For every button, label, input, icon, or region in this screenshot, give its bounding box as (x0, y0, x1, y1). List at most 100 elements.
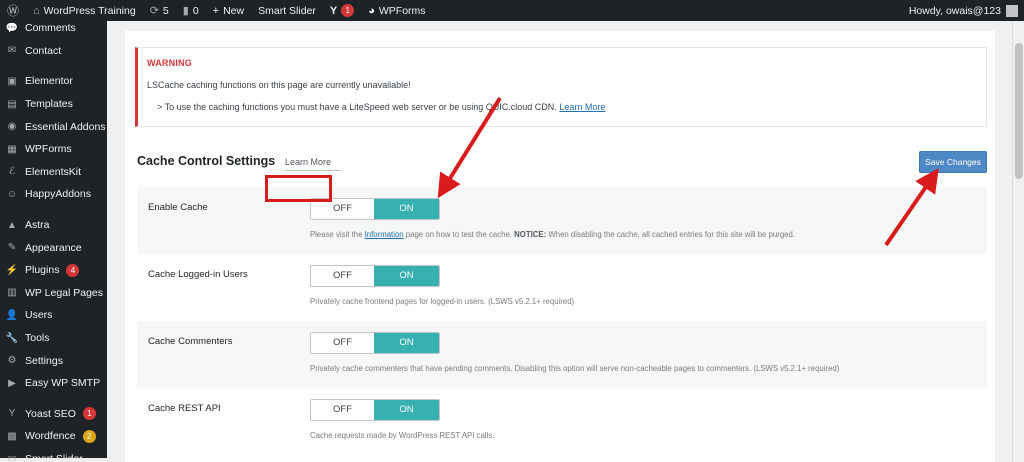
sidebar-item-elementor[interactable]: ▣ Elementor (0, 70, 107, 93)
updates-menu[interactable]: ⟳ 5 (143, 0, 176, 21)
setting-label: Cache Commenters (148, 336, 233, 347)
wpforms-bear-icon: ◕ (368, 4, 375, 17)
toggle-off[interactable]: OFF (311, 400, 375, 420)
mail-icon: ✉ (7, 45, 17, 57)
smart-slider-menu[interactable]: Smart Slider (251, 0, 323, 21)
admin-bar: Ⓦ ⌂ WordPress Training ⟳ 5 ▮ 0 + New Sma… (0, 0, 1024, 21)
howdy-text: Howdy, owais@123 (908, 4, 1001, 17)
plus-icon: + (212, 4, 220, 17)
sidebar-item-easy-wp-smtp[interactable]: ▶ Easy WP SMTP (0, 372, 107, 395)
toggle-on[interactable]: ON (374, 266, 439, 286)
yoast-badge: 1 (341, 4, 355, 17)
sidebar-item-label: Comments (25, 22, 76, 35)
cache-rest-api-toggle[interactable]: OFF ON (310, 399, 440, 421)
setting-label: Cache Logged-in Users (148, 269, 248, 280)
slider-icon: ▭ (7, 453, 17, 462)
sidebar-item-label: Astra (25, 219, 50, 232)
sidebar-item-yoast-seo[interactable]: Y Yoast SEO 1 (0, 403, 107, 426)
sidebar-item-astra[interactable]: ▲ Astra (0, 214, 107, 237)
sidebar-item-comments[interactable]: 💬 Comments (0, 17, 107, 40)
toggle-off[interactable]: OFF (311, 199, 375, 219)
folder-icon: ▤ (7, 98, 17, 110)
desc-text: page on how to test the cache. (403, 230, 515, 239)
sidebar-item-label: Tools (25, 332, 50, 345)
comment-bubble-icon: ▮ (182, 5, 189, 17)
save-changes-button[interactable]: Save Changes (919, 151, 987, 173)
yoast-menu[interactable]: Y 1 (323, 0, 361, 21)
account-menu[interactable]: Howdy, owais@123 (908, 4, 1024, 17)
sidebar-item-label: Elementor (25, 75, 73, 88)
toggle-on[interactable]: ON (374, 400, 439, 420)
comments-menu[interactable]: ▮ 0 (176, 0, 206, 21)
smtp-icon: ▶ (8, 377, 16, 389)
brush-icon: ✎ (7, 242, 17, 254)
scrollbar-thumb[interactable] (1015, 43, 1023, 179)
setting-row-cache-commenters: Cache Commenters OFF ON Privately cache … (137, 321, 987, 388)
setting-description: Privately cache frontend pages for logge… (310, 297, 575, 306)
setting-label: Enable Cache (148, 202, 208, 213)
elementor-icon: ▣ (7, 75, 17, 87)
toggle-on[interactable]: ON (374, 333, 439, 353)
main-content: WARNING LSCache caching functions on thi… (107, 21, 1012, 462)
ea-icon: ◉ (7, 121, 17, 133)
section-learn-more-link[interactable]: Learn More (285, 157, 341, 171)
warning-learn-more-link[interactable]: Learn More (559, 102, 605, 112)
sidebar-item-label: HappyAddons (25, 188, 91, 201)
sidebar-item-elementskit[interactable]: ℰ ElementsKit (0, 161, 107, 184)
sidebar-item-label: Users (25, 309, 53, 322)
desc-text: When disabling the cache, all cached ent… (546, 230, 795, 239)
plugin-icon: ⚡ (5, 264, 19, 276)
sidebar-item-templates[interactable]: ▤ Templates (0, 93, 107, 116)
elementskit-icon: ℰ (8, 166, 16, 178)
new-content-menu[interactable]: + New (206, 0, 251, 21)
settings-panel: WARNING LSCache caching functions on thi… (125, 31, 995, 462)
astra-icon: ▲ (7, 219, 17, 231)
cache-commenters-toggle[interactable]: OFF ON (310, 332, 440, 354)
comments-icon: 💬 (5, 22, 19, 34)
sidebar-item-tools[interactable]: 🔧 Tools (0, 327, 107, 350)
sidebar-item-essential-addons[interactable]: ◉ Essential Addons (0, 115, 107, 138)
warning-text: LSCache caching functions on this page a… (147, 80, 411, 90)
menu-separator (0, 62, 107, 70)
wpforms-label: WPForms (378, 4, 426, 17)
sidebar-item-appearance[interactable]: ✎ Appearance (0, 236, 107, 259)
sidebar-item-badge: 2 (82, 429, 96, 443)
setting-description: Cache requests made by WordPress REST AP… (310, 431, 495, 440)
sidebar-item-smart-slider[interactable]: ▭ Smart Slider (0, 448, 107, 462)
wpforms-menu[interactable]: ◕ WPForms (361, 0, 432, 21)
sidebar-item-wp-legal-pages[interactable]: ▥ WP Legal Pages (0, 282, 107, 305)
page-scrollbar[interactable] (1012, 21, 1024, 462)
enable-cache-toggle[interactable]: OFF ON (310, 198, 440, 220)
avatar (1006, 4, 1018, 17)
cache-logged-in-toggle[interactable]: OFF ON (310, 265, 440, 287)
toggle-off[interactable]: OFF (311, 266, 375, 286)
section-title: Cache Control Settings (137, 154, 276, 168)
sidebar-item-contact[interactable]: ✉ Contact (0, 40, 107, 63)
sidebar-item-wpforms[interactable]: ▦ WPForms (0, 138, 107, 161)
sidebar-item-happyaddons[interactable]: ☺ HappyAddons (0, 183, 107, 206)
sidebar-item-badge: 1 (82, 407, 96, 421)
toggle-on[interactable]: ON (374, 199, 439, 219)
toggle-off[interactable]: OFF (311, 333, 375, 353)
setting-description: Please visit the Information page on how… (310, 230, 795, 239)
desc-text: Please visit the (310, 230, 365, 239)
sidebar-item-users[interactable]: 👤 Users (0, 304, 107, 327)
admin-sidebar: 💬 Comments ✉ Contact ▣ Elementor ▤ Templates ◉ Es… (0, 17, 107, 462)
sidebar-item-label: Contact (25, 44, 62, 57)
happyaddons-icon: ☺ (6, 188, 18, 200)
sidebar-item-label: ElementsKit (25, 165, 82, 178)
updates-count: 5 (162, 4, 169, 17)
information-link[interactable]: Information (365, 230, 404, 239)
wpforms-icon: ▦ (7, 143, 17, 155)
users-icon: 👤 (5, 309, 19, 321)
sidebar-item-label: WP Legal Pages (25, 286, 104, 299)
smart-slider-label: Smart Slider (258, 4, 316, 17)
setting-description: Privately cache commenters that have pen… (310, 364, 840, 373)
sidebar-item-label: Easy WP SMTP (25, 377, 101, 390)
sidebar-item-wordfence[interactable]: ▩ Wordfence 2 (0, 425, 107, 448)
sidebar-item-settings[interactable]: ⚙ Settings (0, 349, 107, 372)
desc-notice: NOTICE: (514, 230, 547, 239)
sidebar-item-plugins[interactable]: ⚡ Plugins 4 (0, 259, 107, 282)
sidebar-item-label: Plugins (25, 264, 60, 277)
menu-separator (0, 206, 107, 214)
